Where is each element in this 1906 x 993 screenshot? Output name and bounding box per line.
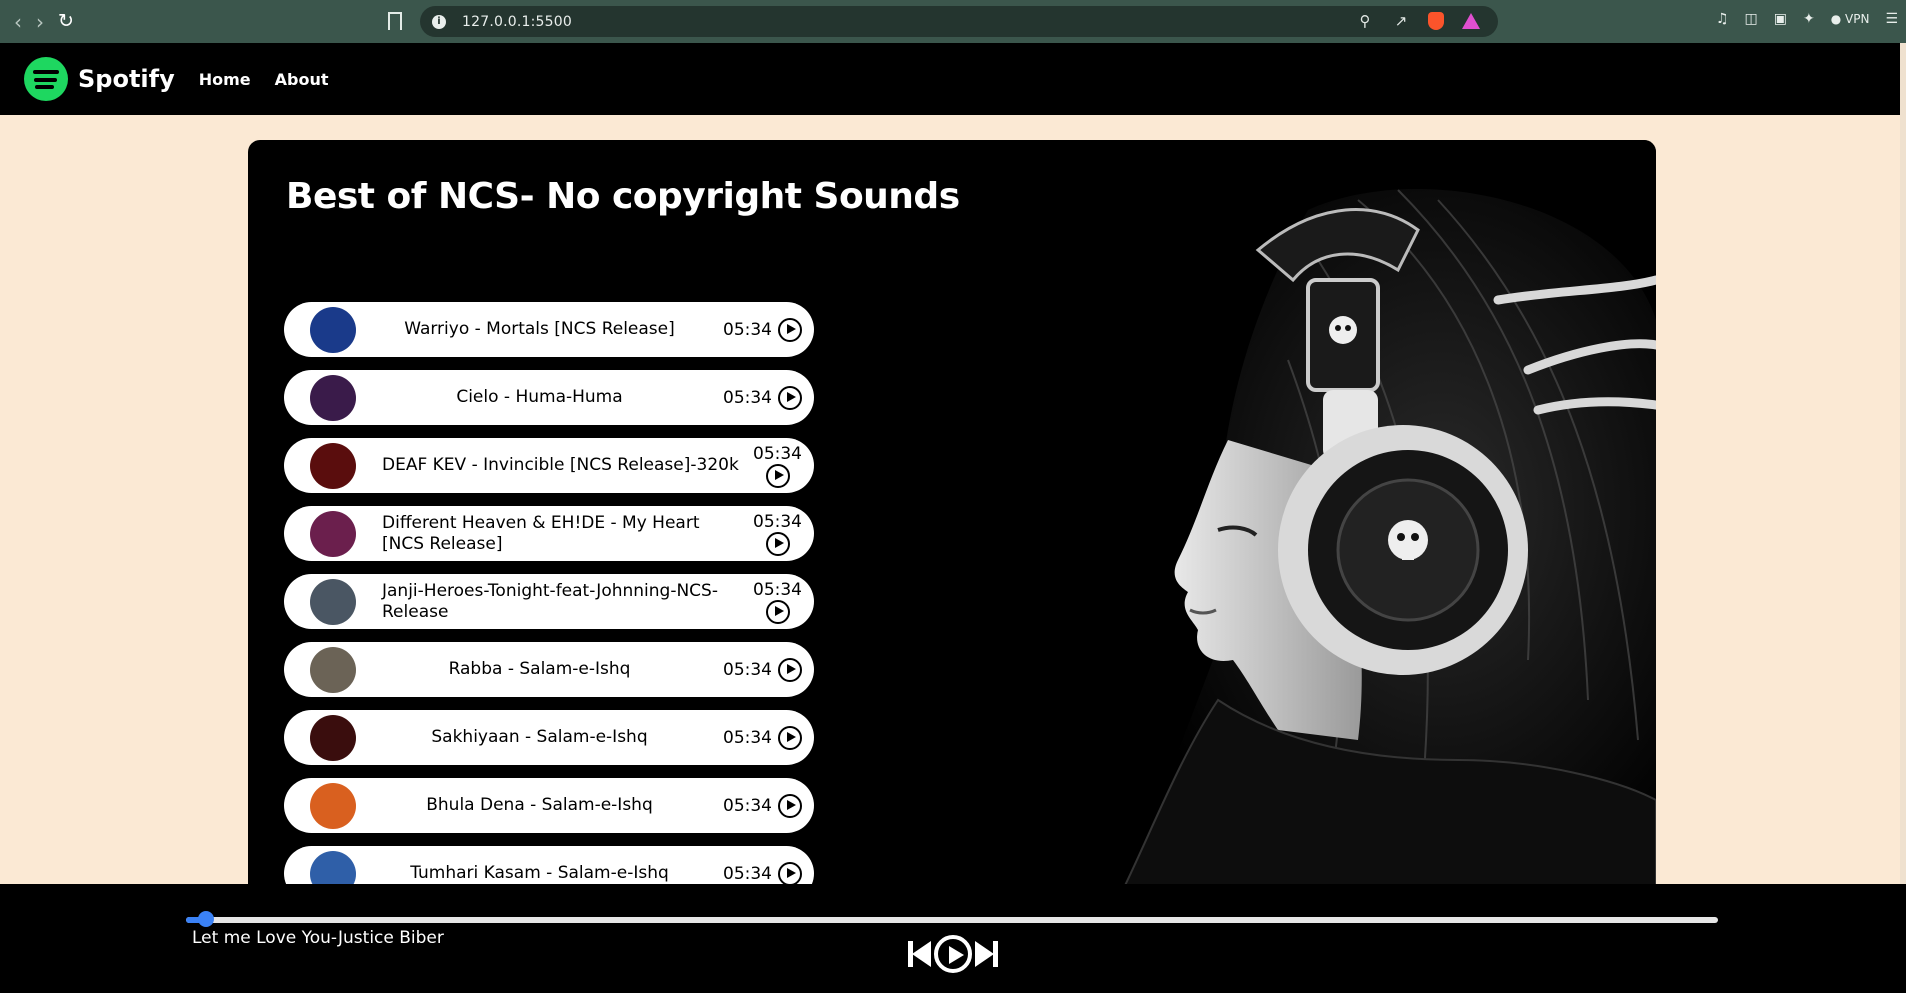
song-item[interactable]: Janji-Heroes-Tonight-feat-Johnning-NCS-R… (284, 574, 814, 629)
song-timestamp: 05:34 (723, 657, 802, 682)
play-icon[interactable] (765, 599, 790, 624)
media-icon[interactable]: ♫ (1716, 11, 1729, 27)
song-item[interactable]: DEAF KEV - Invincible [NCS Release]-320k… (284, 438, 814, 493)
song-name: Janji-Heroes-Tonight-feat-Johnning-NCS-R… (382, 580, 718, 622)
song-name: DEAF KEV - Invincible [NCS Release]-320k (382, 455, 739, 475)
song-cover (310, 442, 356, 489)
wallet-icon[interactable]: ▣ (1774, 11, 1787, 27)
song-cover (310, 782, 356, 829)
song-cover (310, 646, 356, 693)
progress-bar[interactable] (186, 911, 1718, 927)
song-timestamp: 05:34 (753, 444, 802, 488)
play-icon[interactable] (778, 385, 802, 410)
nav-link-about[interactable]: About (275, 70, 329, 89)
song-duration: 05:34 (753, 443, 802, 464)
song-item[interactable]: Sakhiyaan - Salam-e-Ishq 05:34 (284, 710, 814, 765)
play-icon[interactable] (778, 793, 802, 818)
play-icon[interactable] (778, 657, 802, 682)
song-duration: 05:34 (723, 319, 772, 340)
previous-icon[interactable] (906, 939, 932, 969)
song-cover (310, 578, 356, 625)
song-duration: 05:34 (723, 795, 772, 816)
song-name: Rabba - Salam-e-Ishq (448, 659, 631, 679)
song-item[interactable]: Different Heaven & EH!DE - My Heart [NCS… (284, 506, 814, 561)
song-name: Warriyo - Mortals [NCS Release] (404, 319, 675, 339)
browser-toolbar: ‹ › ↻ i 127.0.0.1:5500 ⚲ ↗ ♫ ◫ ▣ ✦ ● VPN… (0, 0, 1906, 43)
skullcandy-cup-logo-icon (1388, 520, 1428, 560)
vpn-button[interactable]: ● VPN (1831, 12, 1870, 26)
share-icon[interactable]: ↗ (1392, 12, 1410, 30)
song-cover (310, 306, 356, 353)
song-name: Different Heaven & EH!DE - My Heart [NCS… (382, 512, 700, 554)
playlist-container: Best of NCS- No copyright Sounds Warriyo… (248, 140, 1656, 900)
back-icon[interactable]: ‹ (14, 12, 22, 32)
song-cover (310, 510, 356, 557)
browser-nav-buttons: ‹ › ↻ (0, 12, 390, 32)
song-name: Bhula Dena - Salam-e-Ishq (426, 795, 653, 815)
play-pause-icon[interactable] (934, 935, 972, 973)
song-timestamp: 05:34 (753, 512, 802, 556)
song-duration: 05:34 (753, 511, 802, 532)
address-bar[interactable]: i 127.0.0.1:5500 ⚲ ↗ (420, 6, 1498, 37)
song-name: Tumhari Kasam - Salam-e-Ishq (410, 863, 669, 883)
song-cover (310, 714, 356, 761)
song-name: Sakhiyaan - Salam-e-Ishq (431, 727, 648, 747)
skull-logo-icon (1329, 316, 1357, 344)
reload-icon[interactable]: ↻ (58, 12, 74, 31)
song-duration: 05:34 (723, 659, 772, 680)
vpn-label: VPN (1845, 12, 1870, 26)
progress-knob[interactable] (198, 911, 214, 927)
next-icon[interactable] (974, 939, 1000, 969)
info-icon[interactable]: i (432, 14, 446, 29)
song-name: Cielo - Huma-Huma (456, 387, 623, 407)
song-timestamp: 05:34 (723, 861, 802, 886)
play-icon[interactable] (778, 861, 802, 886)
song-timestamp: 05:34 (723, 385, 802, 410)
song-item[interactable]: Bhula Dena - Salam-e-Ishq 05:34 (284, 778, 814, 833)
song-item[interactable]: Rabba - Salam-e-Ishq 05:34 (284, 642, 814, 697)
nav-link-home[interactable]: Home (199, 70, 251, 89)
spotify-logo-icon[interactable] (24, 57, 68, 101)
song-item[interactable]: Cielo - Huma-Huma 05:34 (284, 370, 814, 425)
menu-icon[interactable]: ☰ (1885, 11, 1898, 27)
music-player-bar: Let me Love You-Justice Biber (0, 884, 1906, 993)
leo-icon[interactable]: ✦ (1803, 11, 1815, 27)
song-timestamp: 05:34 (723, 725, 802, 750)
forward-icon[interactable]: › (36, 12, 44, 32)
song-item[interactable]: Warriyo - Mortals [NCS Release] 05:34 (284, 302, 814, 357)
hero-headphones-image (1058, 140, 1656, 900)
address-bar-icons: ⚲ ↗ (1356, 12, 1480, 30)
song-duration: 05:34 (723, 863, 772, 884)
song-duration: 05:34 (723, 727, 772, 748)
bookmark-icon[interactable] (388, 12, 402, 30)
player-controls (906, 935, 1000, 973)
play-icon[interactable] (765, 463, 790, 488)
rewards-icon[interactable] (1462, 13, 1480, 29)
song-timestamp: 05:34 (723, 317, 802, 342)
song-duration: 05:34 (753, 579, 802, 600)
song-duration: 05:34 (723, 387, 772, 408)
song-list: Warriyo - Mortals [NCS Release] 05:34 Ci… (284, 302, 814, 900)
song-timestamp: 05:34 (753, 580, 802, 624)
zoom-icon[interactable]: ⚲ (1356, 12, 1374, 30)
sidebar-icon[interactable]: ◫ (1745, 11, 1758, 27)
song-timestamp: 05:34 (723, 793, 802, 818)
site-navbar: Spotify Home About (0, 43, 1906, 115)
page-title: Best of NCS- No copyright Sounds (286, 176, 960, 217)
song-cover (310, 374, 356, 421)
browser-right-icons: ♫ ◫ ▣ ✦ ● VPN ☰ (1716, 11, 1898, 27)
brand-name[interactable]: Spotify (78, 65, 175, 93)
url-text[interactable]: 127.0.0.1:5500 (462, 14, 572, 30)
play-icon[interactable] (778, 317, 802, 342)
play-icon[interactable] (765, 531, 790, 556)
play-icon[interactable] (778, 725, 802, 750)
brave-shield-icon[interactable] (1428, 12, 1444, 30)
now-playing-title: Let me Love You-Justice Biber (192, 928, 444, 948)
page-scrollbar[interactable] (1900, 43, 1906, 884)
